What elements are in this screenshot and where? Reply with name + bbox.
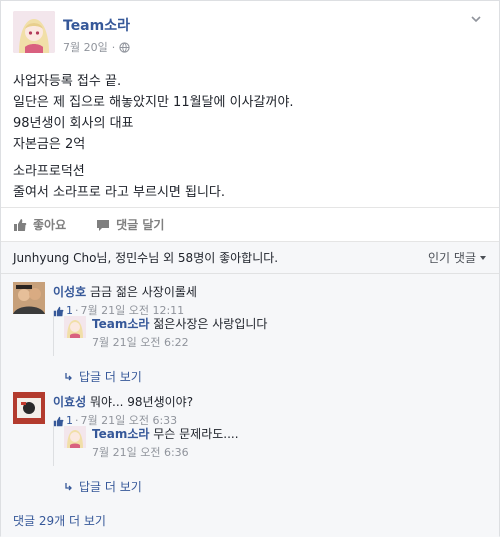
post-line: 줄여서 소라프로 라고 부르시면 됩니다. bbox=[13, 185, 226, 200]
reply-avatar[interactable] bbox=[64, 426, 86, 448]
comment-author[interactable]: 이효성 bbox=[53, 395, 86, 409]
view-more-comments-link[interactable]: 댓글 29개 더 보기 bbox=[13, 512, 106, 529]
comment-text: 뭐야... 98년생이야? bbox=[89, 395, 194, 409]
like-button[interactable]: 좋아요 bbox=[13, 216, 66, 233]
post-actions: 좋아요 댓글 달기 bbox=[1, 207, 499, 241]
comment-sort-select[interactable]: 인기 댓글 bbox=[428, 249, 487, 266]
globe-icon bbox=[119, 41, 130, 53]
comment-text: 금금 젊은 사장이롤세 bbox=[89, 285, 197, 299]
comment-author[interactable]: 이성호 bbox=[53, 285, 86, 299]
reply-meta: 7월 21일 오전 6:22 bbox=[92, 335, 267, 351]
commenter-avatar[interactable] bbox=[13, 282, 45, 314]
reply-item: Team소라 무슨 문제라도.... 7월 21일 오전 6:36 bbox=[53, 426, 489, 466]
likers-text[interactable]: Junhyung Cho님, 정민수님 외 58명이 좋아합니다. bbox=[13, 249, 278, 266]
post-card: Team소라 7월 20일 · 사업자등록 접수 끝. 일단은 제 집으로 해놓… bbox=[0, 0, 500, 537]
photo-avatar-icon bbox=[13, 392, 45, 424]
more-replies-link[interactable]: 답글 더 보기 bbox=[63, 478, 142, 495]
comment-label: 댓글 달기 bbox=[116, 218, 165, 232]
reply-item: Team소라 젊은사장은 사랑입니다 7월 21일 오전 6:22 bbox=[53, 316, 489, 356]
like-label: 좋아요 bbox=[33, 218, 67, 232]
post-meta: 7월 20일 · bbox=[63, 39, 130, 55]
reply-avatar[interactable] bbox=[64, 316, 86, 338]
post-line: 일단은 제 집으로 해놓았지만 11월달에 이사갈꺼야. bbox=[13, 95, 294, 110]
like-small-icon bbox=[53, 306, 64, 316]
reply-arrow-icon bbox=[65, 482, 72, 490]
reply-text: 무슨 문제라도.... bbox=[153, 427, 239, 441]
photo-avatar-icon bbox=[13, 282, 45, 314]
post-date-link[interactable]: 7월 20일 bbox=[63, 39, 108, 55]
chevron-down-icon[interactable] bbox=[469, 13, 483, 27]
page-name-link[interactable]: Team소라 bbox=[63, 15, 130, 35]
reply-meta: 7월 21일 오전 6:36 bbox=[92, 445, 239, 461]
reply-body: Team소라 무슨 문제라도.... 7월 21일 오전 6:36 bbox=[92, 426, 239, 461]
reply-time[interactable]: 7월 21일 오전 6:22 bbox=[92, 335, 189, 351]
anime-avatar-icon bbox=[64, 426, 86, 448]
comment-button[interactable]: 댓글 달기 bbox=[96, 216, 164, 233]
comment-item: 이효성 뭐야... 98년생이야? 1 · 7월 21일 오전 6:33 Tea… bbox=[13, 392, 489, 502]
comment-body: 이성호 금금 젊은 사장이롤세 1 · 7월 21일 오전 12:11 bbox=[53, 284, 197, 319]
reply-author[interactable]: Team소라 bbox=[92, 427, 149, 441]
page-avatar[interactable] bbox=[13, 11, 55, 53]
comment-item: 이성호 금금 젊은 사장이롤세 1 · 7월 21일 오전 12:11 Team… bbox=[13, 282, 489, 392]
post-line: 98년생이 회사의 대표 bbox=[13, 116, 134, 131]
comment-icon bbox=[97, 219, 110, 231]
post-line: 자본금은 2억 bbox=[13, 137, 86, 152]
reply-arrow-icon bbox=[65, 372, 72, 380]
anime-avatar-icon bbox=[13, 11, 55, 53]
reply-author[interactable]: Team소라 bbox=[92, 317, 149, 331]
post-line: 사업자등록 접수 끝. bbox=[13, 74, 122, 89]
reply-text: 젊은사장은 사랑입니다 bbox=[153, 317, 268, 331]
feedback-section: Junhyung Cho님, 정민수님 외 58명이 좋아합니다. 인기 댓글 bbox=[1, 241, 499, 537]
thumbs-up-icon bbox=[14, 218, 27, 231]
reply-time[interactable]: 7월 21일 오전 6:36 bbox=[92, 445, 189, 461]
sort-label: 인기 댓글 bbox=[428, 251, 476, 265]
post-line: 소라프로덕션 bbox=[13, 164, 85, 179]
post-body: 사업자등록 접수 끝. 일단은 제 집으로 해놓았지만 11월달에 이사갈꺼야.… bbox=[13, 71, 294, 203]
caret-down-icon bbox=[480, 255, 486, 260]
post-header: Team소라 7월 20일 · bbox=[13, 11, 483, 59]
like-small-icon bbox=[53, 416, 64, 426]
anime-avatar-icon bbox=[64, 316, 86, 338]
more-replies-label: 답글 더 보기 bbox=[79, 480, 142, 494]
comment-body: 이효성 뭐야... 98년생이야? 1 · 7월 21일 오전 6:33 bbox=[53, 394, 193, 429]
commenter-avatar[interactable] bbox=[13, 392, 45, 424]
reply-body: Team소라 젊은사장은 사랑입니다 7월 21일 오전 6:22 bbox=[92, 316, 267, 351]
likes-summary: Junhyung Cho님, 정민수님 외 58명이 좋아합니다. 인기 댓글 bbox=[1, 242, 499, 274]
more-replies-label: 답글 더 보기 bbox=[79, 370, 142, 384]
more-replies-link[interactable]: 답글 더 보기 bbox=[63, 368, 142, 385]
